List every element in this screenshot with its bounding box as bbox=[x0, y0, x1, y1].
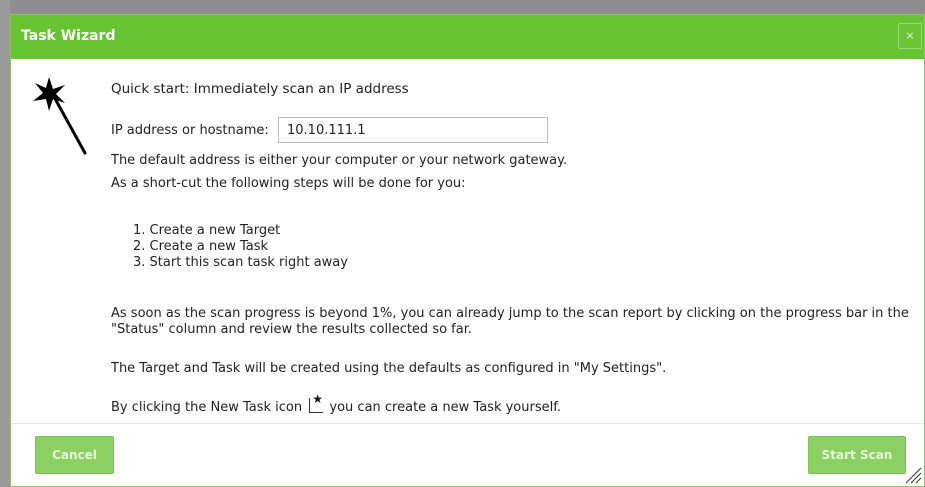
footer-divider bbox=[11, 423, 924, 424]
new-task-suffix: you can create a new Task yourself. bbox=[329, 400, 561, 415]
step-item: 3. Start this scan task right away bbox=[133, 255, 348, 270]
defaults-note: The Target and Task will be created usin… bbox=[111, 361, 667, 376]
backdrop-edge bbox=[0, 0, 10, 487]
ip-label: IP address or hostname: bbox=[111, 123, 269, 138]
backdrop bbox=[0, 0, 925, 14]
dialog-titlebar[interactable]: Task Wizard × bbox=[11, 15, 924, 59]
cancel-button[interactable]: Cancel bbox=[35, 436, 114, 474]
default-address-note: The default address is either your compu… bbox=[111, 153, 568, 168]
step-item: 2. Create a new Task bbox=[133, 239, 269, 254]
quick-start-heading: Quick start: Immediately scan an IP addr… bbox=[111, 81, 409, 97]
new-task-icon: ★ bbox=[309, 393, 324, 413]
ip-address-input[interactable] bbox=[278, 117, 548, 143]
start-scan-button[interactable]: Start Scan bbox=[808, 436, 906, 474]
dialog-title: Task Wizard bbox=[21, 28, 116, 44]
task-wizard-dialog: Task Wizard × Quick start: Immediately s… bbox=[10, 14, 925, 487]
shortcut-note: As a short-cut the following steps will … bbox=[111, 176, 466, 191]
step-item: 1. Create a new Target bbox=[133, 223, 281, 238]
new-task-note: By clicking the New Task icon ★ you can … bbox=[111, 393, 911, 416]
magic-wand-icon bbox=[33, 77, 87, 155]
resize-handle-icon[interactable] bbox=[902, 464, 922, 484]
close-icon: × bbox=[905, 29, 915, 42]
progress-note: As soon as the scan progress is beyond 1… bbox=[111, 306, 909, 337]
close-button[interactable]: × bbox=[898, 23, 922, 49]
steps-list: 1. Create a new Target 2. Create a new T… bbox=[133, 223, 348, 271]
new-task-prefix: By clicking the New Task icon bbox=[111, 400, 303, 415]
